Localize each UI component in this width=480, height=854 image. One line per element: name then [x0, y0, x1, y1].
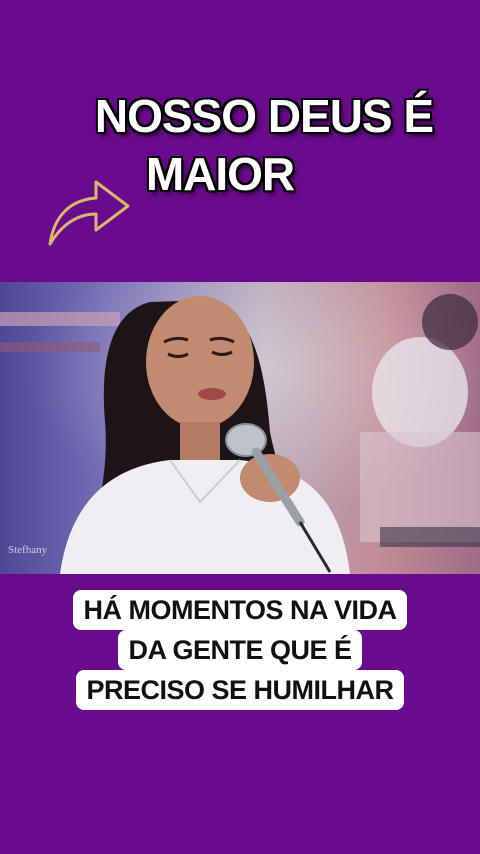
- caption-line-3: PRECISO SE HUMILHAR: [76, 670, 404, 710]
- caption-line-1: HÁ MOMENTOS NA VIDA: [73, 590, 407, 630]
- share-arrow-icon: [44, 160, 136, 252]
- video-watermark: Stefhany: [8, 544, 48, 556]
- caption-block: HÁ MOMENTOS NA VIDA DA GENTE QUE É PRECI…: [0, 590, 480, 710]
- caption-line-2: DA GENTE QUE É: [118, 630, 362, 670]
- video-frame[interactable]: Stefhany: [0, 282, 480, 574]
- title-line-1: NOSSO DEUS É: [94, 90, 434, 142]
